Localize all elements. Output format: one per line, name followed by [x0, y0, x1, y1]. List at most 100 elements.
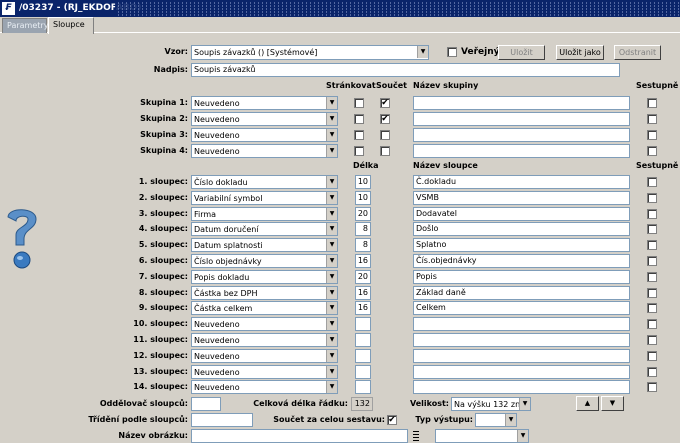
column-name-input[interactable]: Splatno [413, 238, 630, 253]
column-select[interactable]: Neuvedeno ▼ [191, 364, 338, 379]
column-select[interactable]: Firma ▼ [191, 206, 338, 221]
column-sestupne-checkbox[interactable] [647, 224, 657, 235]
column-length-input[interactable]: 20 [355, 206, 371, 221]
group-name-input[interactable] [413, 144, 630, 158]
soucet-checkbox[interactable] [380, 130, 390, 140]
column-select[interactable]: Datum splatnosti ▼ [191, 238, 338, 253]
column-name-input[interactable] [413, 333, 630, 347]
oddelovac-input[interactable] [191, 397, 221, 411]
chevron-down-icon[interactable]: ▼ [326, 334, 337, 346]
strankovat-checkbox[interactable] [354, 98, 364, 108]
column-sestupne-checkbox[interactable] [647, 303, 657, 314]
soucet-checkbox[interactable]: ✔ [380, 114, 390, 124]
soucet-checkbox[interactable]: ✔ [380, 98, 390, 108]
column-length-input[interactable]: 10 [355, 175, 371, 189]
group-name-input[interactable] [413, 112, 630, 126]
column-length-input[interactable] [355, 317, 371, 332]
group-sestupne-checkbox[interactable] [647, 114, 657, 124]
column-length-input[interactable]: 8 [355, 238, 371, 253]
column-sestupne-checkbox[interactable] [647, 192, 657, 203]
chevron-down-icon[interactable]: ▼ [326, 176, 337, 188]
column-length-input[interactable]: 16 [355, 301, 371, 316]
group-select[interactable]: Neuvedeno ▼ [191, 96, 338, 110]
column-sestupne-checkbox[interactable] [647, 256, 657, 266]
column-sestupne-checkbox[interactable] [647, 208, 657, 219]
column-name-input[interactable]: Dodavatel [413, 206, 630, 221]
chevron-down-icon[interactable]: ▼ [326, 239, 337, 252]
chevron-down-icon[interactable]: ▼ [326, 349, 337, 362]
column-length-input[interactable] [355, 348, 371, 363]
column-sestupne-checkbox[interactable] [647, 366, 657, 377]
column-name-input[interactable]: VSMB [413, 190, 630, 205]
chevron-down-icon[interactable]: ▼ [326, 286, 337, 299]
column-select[interactable]: Neuvedeno ▼ [191, 333, 338, 347]
ulozit-button[interactable]: Uložit [498, 45, 545, 60]
column-length-input[interactable]: 10 [355, 190, 371, 205]
column-sestupne-checkbox[interactable] [647, 240, 657, 251]
chevron-down-icon[interactable]: ▼ [326, 365, 337, 378]
tab-sloupce[interactable]: Sloupce [48, 17, 94, 34]
column-select[interactable]: Variabilní symbol ▼ [191, 190, 338, 205]
column-length-input[interactable]: 8 [355, 222, 371, 237]
column-select[interactable]: Datum doručení ▼ [191, 222, 338, 237]
column-name-input[interactable]: Došlo [413, 222, 630, 237]
chevron-down-icon[interactable]: ▼ [326, 145, 337, 157]
obrazek-input[interactable] [191, 429, 408, 443]
column-length-input[interactable] [355, 333, 371, 347]
chevron-down-icon[interactable]: ▼ [519, 398, 530, 410]
column-sestupne-checkbox[interactable] [647, 287, 657, 298]
typ-vystupu-select[interactable]: ▼ [475, 413, 517, 427]
chevron-down-icon[interactable]: ▼ [326, 129, 337, 141]
column-sestupne-checkbox[interactable] [647, 319, 657, 330]
column-length-input[interactable] [355, 364, 371, 379]
chevron-down-icon[interactable]: ▼ [326, 255, 337, 267]
group-name-input[interactable] [413, 128, 630, 142]
column-select[interactable]: Neuvedeno ▼ [191, 317, 338, 332]
group-select[interactable]: Neuvedeno ▼ [191, 144, 338, 158]
soucet-checkbox[interactable] [380, 146, 390, 156]
chevron-down-icon[interactable]: ▼ [417, 46, 428, 58]
column-length-input[interactable]: 16 [355, 285, 371, 300]
strankovat-checkbox[interactable] [354, 130, 364, 140]
chevron-down-icon[interactable]: ▼ [326, 318, 337, 331]
column-length-input[interactable]: 16 [355, 254, 371, 268]
column-select[interactable]: Neuvedeno ▼ [191, 348, 338, 363]
column-select[interactable]: Částka celkem ▼ [191, 301, 338, 316]
column-name-input[interactable]: Č.dokladu [413, 175, 630, 189]
nadpis-input[interactable]: Soupis závazků [191, 63, 620, 77]
chevron-down-icon[interactable]: ▼ [326, 381, 337, 394]
group-sestupne-checkbox[interactable] [647, 146, 657, 156]
ulozit-jako-button[interactable]: Uložit jako [556, 45, 604, 60]
column-name-input[interactable] [413, 348, 630, 363]
verejny-checkbox[interactable] [447, 47, 457, 57]
velikost-select[interactable]: Na výšku 132 zn. ▼ [451, 397, 531, 411]
move-down-button[interactable]: ▼ [601, 396, 624, 411]
chevron-down-icon[interactable]: ▼ [505, 414, 516, 426]
column-sestupne-checkbox[interactable] [647, 335, 657, 345]
group-name-input[interactable] [413, 96, 630, 110]
chevron-down-icon[interactable]: ▼ [517, 430, 528, 442]
column-select[interactable]: Číslo objednávky ▼ [191, 254, 338, 268]
group-select[interactable]: Neuvedeno ▼ [191, 128, 338, 142]
chevron-down-icon[interactable]: ▼ [326, 113, 337, 125]
column-name-input[interactable]: Celkem [413, 301, 630, 316]
chevron-down-icon[interactable]: ▼ [326, 207, 337, 220]
tab-parametry[interactable]: Parametry [2, 18, 48, 33]
list-icon[interactable] [413, 431, 419, 441]
odstranit-button[interactable]: Odstranit [614, 45, 661, 60]
chevron-down-icon[interactable]: ▼ [326, 223, 337, 236]
strankovat-checkbox[interactable] [354, 114, 364, 124]
column-sestupne-checkbox[interactable] [647, 177, 657, 187]
chevron-down-icon[interactable]: ▼ [326, 191, 337, 204]
chevron-down-icon[interactable]: ▼ [326, 97, 337, 109]
column-select[interactable]: Popis dokladu ▼ [191, 269, 338, 284]
column-select[interactable]: Číslo dokladu ▼ [191, 175, 338, 189]
group-sestupne-checkbox[interactable] [647, 98, 657, 108]
trideni-input[interactable] [191, 413, 253, 427]
group-sestupne-checkbox[interactable] [647, 130, 657, 140]
chevron-down-icon[interactable]: ▼ [326, 270, 337, 283]
column-length-input[interactable] [355, 380, 371, 395]
vzor-select[interactable]: Soupis závazků () [Systémové] ▼ [191, 45, 429, 60]
column-name-input[interactable]: Popis [413, 269, 630, 284]
chevron-down-icon[interactable]: ▼ [326, 302, 337, 315]
